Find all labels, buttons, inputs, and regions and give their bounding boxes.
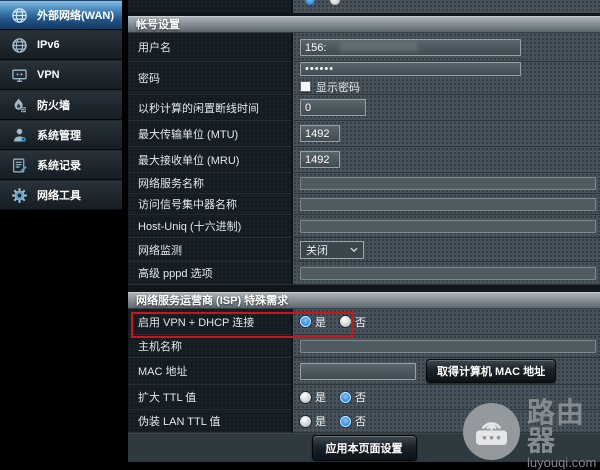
extend-ttl-yes-radio[interactable] [300,392,311,403]
hostname-label: 主机名称 [128,335,293,358]
sidebar-item-wan[interactable]: 外部网络(WAN) [0,0,122,30]
sidebar-item-label: IPv6 [37,39,60,51]
row-mac-address: MAC 地址 取得计算机 MAC 地址 [128,358,600,385]
sidebar-item-system-admin[interactable]: 系统管理 [0,120,122,150]
show-password-label: 显示密码 [316,79,360,95]
radio-label-yes: 是 [315,389,326,405]
row-service-name: 网络服务名称 [128,173,600,194]
wan-settings-panel: 帐号设置 用户名 密码 显示密码 以秒计算的闲置断线时间 最大传输单位 (MTU… [128,0,600,462]
system-log-icon [11,157,28,174]
clipped-radio [330,0,340,5]
idle-time-input[interactable] [300,99,366,116]
sidebar-item-label: VPN [37,69,60,81]
row-idle-time: 以秒计算的闲置断线时间 [128,95,600,121]
row-access-concentrator: 访问信号集中器名称 [128,194,600,215]
watermark-domain: luyouqi.com [527,456,600,469]
watermark-text: 路由器 luyouqi.com [527,399,600,469]
chevron-down-icon [350,247,358,253]
spoof-lan-ttl-no-radio[interactable] [340,416,351,427]
spoof-lan-ttl-label: 伪装 LAN TTL 值 [128,410,293,433]
radio-label-no: 否 [355,413,366,429]
extend-ttl-no-radio[interactable] [340,392,351,403]
sidebar-item-ipv6[interactable]: IPv6 [0,30,122,60]
row-password: 密码 显示密码 [128,62,600,95]
show-password-checkbox[interactable] [300,81,311,92]
clipped-radio [305,0,315,5]
service-name-input[interactable] [300,177,596,190]
globe-icon [11,7,28,24]
section-header-account: 帐号设置 [128,16,600,33]
sidebar-item-label: 网络工具 [37,187,81,203]
spoof-lan-ttl-yes-radio[interactable] [300,416,311,427]
row-vpn-dhcp: 启用 VPN + DHCP 连接 是 否 [128,309,600,335]
username-input[interactable] [300,39,521,56]
vpn-dhcp-no-radio[interactable] [340,316,351,327]
select-value: 关闭 [306,242,328,258]
username-label: 用户名 [128,33,293,62]
sidebar-item-firewall[interactable]: 防火墙 [0,90,122,120]
get-mac-button[interactable]: 取得计算机 MAC 地址 [426,359,556,383]
mac-address-label: MAC 地址 [128,358,293,385]
access-concentrator-input[interactable] [300,198,596,211]
mac-address-input[interactable] [300,363,416,380]
row-hostname: 主机名称 [128,335,600,358]
watermark-router-icon [463,403,520,460]
network-tools-gear-icon [11,187,28,204]
vpn-monitor-icon [11,67,28,84]
sidebar-item-label: 外部网络(WAN) [37,7,114,23]
row-host-uniq: Host-Uniq (十六进制) [128,215,600,238]
password-input[interactable] [300,62,521,76]
mtu-input[interactable] [300,125,340,142]
sidebar-item-system-log[interactable]: 系统记录 [0,150,122,180]
system-admin-icon [11,127,28,144]
extend-ttl-label: 扩大 TTL 值 [128,385,293,410]
internet-detection-select[interactable]: 关闭 [300,241,364,259]
row-pppd-options: 高级 pppd 选项 [128,262,600,285]
mru-label: 最大接收单位 (MRU) [128,147,293,173]
row-mru: 最大接收单位 (MRU) [128,147,600,173]
watermark-title: 路由器 [527,399,600,455]
firewall-flame-icon [11,97,28,114]
internet-detection-label: 网络监测 [128,238,293,262]
clipped-top-row [128,0,600,13]
sidebar-item-network-tools[interactable]: 网络工具 [0,180,122,210]
vpn-dhcp-yes-radio[interactable] [300,316,311,327]
section-header-isp: 网络服务运营商 (ISP) 特殊需求 [128,292,600,309]
service-name-label: 网络服务名称 [128,173,293,194]
radio-label-no: 否 [355,389,366,405]
hostname-input[interactable] [300,340,596,353]
pppd-options-label: 高级 pppd 选项 [128,262,293,285]
idle-time-label: 以秒计算的闲置断线时间 [128,95,293,121]
vpn-dhcp-label: 启用 VPN + DHCP 连接 [128,309,293,335]
password-label: 密码 [128,62,293,95]
sidebar-item-label: 系统管理 [37,127,81,143]
mtu-label: 最大传输单位 (MTU) [128,121,293,147]
apply-button[interactable]: 应用本页面设置 [312,435,417,461]
mru-input[interactable] [300,151,340,168]
sidebar-item-label: 防火墙 [37,97,70,113]
pppd-options-input[interactable] [300,267,596,280]
radio-label-no: 否 [355,314,366,330]
sidebar: 外部网络(WAN) IPv6 VPN 防火墙 [0,0,122,210]
host-uniq-input[interactable] [300,220,596,233]
host-uniq-label: Host-Uniq (十六进制) [128,215,293,238]
sidebar-item-label: 系统记录 [37,157,81,173]
sidebar-item-vpn[interactable]: VPN [0,60,122,90]
radio-label-yes: 是 [315,314,326,330]
row-internet-detection: 网络监测 关闭 [128,238,600,262]
radio-label-yes: 是 [315,413,326,429]
ipv6-globe-icon [11,37,28,54]
row-username: 用户名 [128,33,600,62]
row-mtu: 最大传输单位 (MTU) [128,121,600,147]
access-concentrator-label: 访问信号集中器名称 [128,194,293,215]
